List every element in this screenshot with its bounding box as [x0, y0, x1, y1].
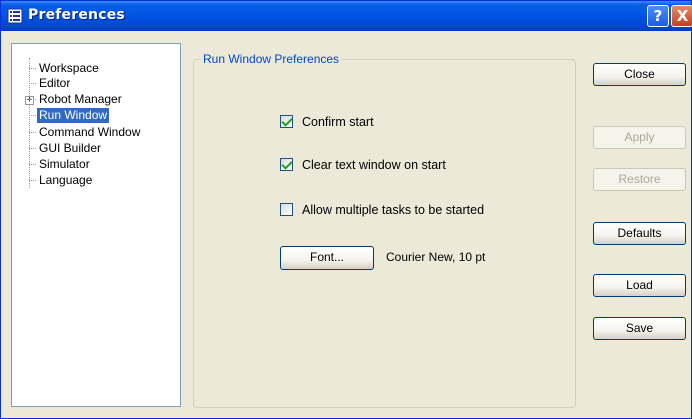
apply-button[interactable]: Apply [593, 126, 686, 149]
clear-text-checkbox[interactable] [280, 158, 293, 171]
group-title: Run Window Preferences [201, 52, 342, 66]
defaults-button[interactable]: Defaults [593, 222, 686, 245]
save-button[interactable]: Save [593, 317, 686, 340]
preferences-app-icon [7, 8, 23, 24]
restore-button[interactable]: Restore [593, 168, 686, 191]
tree-item-robot-manager[interactable]: Robot Manager [29, 92, 124, 107]
close-window-button[interactable]: X [671, 5, 692, 27]
confirm-start-checkbox[interactable] [280, 115, 293, 128]
expand-icon[interactable]: + [25, 96, 34, 105]
tree-item-command-window[interactable]: Command Window [28, 125, 142, 140]
tree-connector [29, 58, 30, 188]
title-bar[interactable]: Preferences ? X [1, 1, 692, 31]
close-button[interactable]: Close [593, 63, 686, 86]
tree-item-workspace[interactable]: Workspace [29, 61, 101, 76]
run-window-preferences-group [193, 59, 576, 408]
confirm-start-label: Confirm start [302, 115, 374, 129]
font-button[interactable]: Font... [280, 246, 374, 270]
close-icon: X [676, 7, 689, 25]
load-button[interactable]: Load [593, 274, 686, 297]
tree-item-editor[interactable]: Editor [28, 76, 72, 91]
clear-text-label: Clear text window on start [302, 158, 446, 172]
help-button[interactable]: ? [647, 5, 669, 27]
tree-item-language[interactable]: Language [28, 173, 94, 188]
window-title: Preferences [28, 7, 125, 23]
preferences-tree[interactable]: Workspace Editor + Robot Manager Run Win… [11, 43, 181, 407]
font-value: Courier New, 10 pt [386, 250, 486, 264]
tree-item-gui-builder[interactable]: GUI Builder [28, 141, 103, 156]
allow-multiple-tasks-label: Allow multiple tasks to be started [302, 203, 485, 217]
allow-multiple-tasks-checkbox[interactable] [280, 203, 293, 216]
tree-item-run-window[interactable]: Run Window [28, 108, 110, 123]
tree-item-simulator[interactable]: Simulator [29, 157, 92, 172]
preferences-window: Preferences ? X Workspace Editor + Robot… [0, 0, 692, 419]
help-icon: ? [653, 7, 663, 25]
